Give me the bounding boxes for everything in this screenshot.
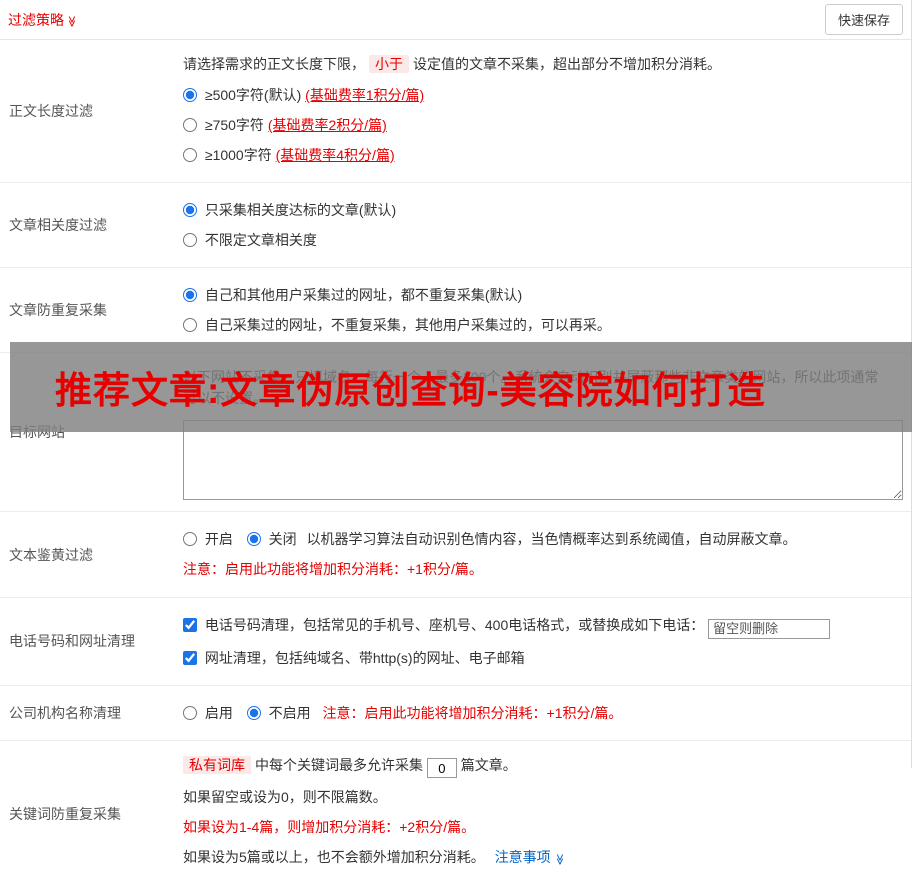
length-filter-intro: 请选择需求的正文长度下限，小于设定值的文章不采集，超出部分不增加积分消耗。 xyxy=(183,54,903,75)
promo-banner-text: 推荐文章:文章伪原创查询-美容院如何打造 xyxy=(10,360,766,414)
dedup-filter-label: 文章防重复采集 xyxy=(0,268,175,352)
porn-filter-label: 文本鉴黄过滤 xyxy=(0,512,175,597)
length-option-500[interactable]: ≥500字符(默认) (基础费率1积分/篇) xyxy=(183,84,903,106)
notes-link[interactable]: 注意事项≫ xyxy=(495,849,565,865)
porn-radio-on[interactable] xyxy=(183,532,197,546)
option-text: 只采集相关度达标的文章(默认) xyxy=(205,202,396,218)
option-text: 开启 xyxy=(205,531,233,547)
row-dedup-filter: 文章防重复采集 自己和其他用户采集过的网址，都不重复采集(默认) 自己采集过的网… xyxy=(0,268,911,353)
option-text: 不限定文章相关度 xyxy=(205,232,317,248)
relevance-option-strict[interactable]: 只采集相关度达标的文章(默认) xyxy=(183,199,903,221)
company-option-off[interactable]: 不启用 xyxy=(247,705,315,721)
dedup-radio-self[interactable] xyxy=(183,318,197,332)
company-radio-off[interactable] xyxy=(247,706,261,720)
page-title-text: 过滤策略 xyxy=(8,12,64,28)
phone-clean-checkbox[interactable] xyxy=(183,618,197,632)
line1-end: 篇文章。 xyxy=(461,757,517,773)
intro-pre: 请选择需求的正文长度下限， xyxy=(183,56,365,72)
chevron-down-icon: ≫ xyxy=(65,15,78,27)
promo-banner: 推荐文章:文章伪原创查询-美容院如何打造 xyxy=(10,342,912,432)
relevance-option-any[interactable]: 不限定文章相关度 xyxy=(183,229,903,251)
page-title: 过滤策略≫ xyxy=(8,10,78,30)
option-text: 不启用 xyxy=(269,705,311,721)
option-fee: (基础费率1积分/篇) xyxy=(305,87,424,103)
relevance-radio-any[interactable] xyxy=(183,233,197,247)
private-thesaurus-tag: 私有词库 xyxy=(183,756,251,774)
option-text: 关闭 xyxy=(269,531,297,547)
option-text: ≥1000字符 xyxy=(205,147,272,163)
notes-link-text: 注意事项 xyxy=(495,849,551,865)
phone-clean-label: 电话号码和网址清理 xyxy=(0,598,175,685)
length-radio-500[interactable] xyxy=(183,88,197,102)
option-text: 电话号码清理，包括常见的手机号、座机号、400电话格式，或替换成如下电话： xyxy=(205,617,704,633)
line1-mid: 中每个关键词最多允许采集 xyxy=(255,757,423,773)
dedup-option-self[interactable]: 自己采集过的网址，不重复采集，其他用户采集过的，可以再采。 xyxy=(183,314,903,336)
porn-filter-options: 开启 关闭 以机器学习算法自动识别色情内容，当色情概率达到系统阈值，自动屏蔽文章… xyxy=(183,528,903,550)
relevance-filter-label: 文章相关度过滤 xyxy=(0,183,175,267)
chevron-down-icon: ≫ xyxy=(548,854,569,866)
intro-post: 设定值的文章不采集，超出部分不增加积分消耗。 xyxy=(413,56,721,72)
porn-note: 注意：启用此功能将增加积分消耗：+1积分/篇。 xyxy=(183,559,903,580)
option-text: 自己和其他用户采集过的网址，都不重复采集(默认) xyxy=(205,287,522,303)
row-company-clean: 公司机构名称清理 启用 不启用 注意：启用此功能将增加积分消耗：+1积分/篇。 xyxy=(0,686,911,741)
relevance-radio-strict[interactable] xyxy=(183,203,197,217)
option-text: 网址清理，包括纯域名、带http(s)的网址、电子邮箱 xyxy=(205,650,525,666)
row-porn-filter: 文本鉴黄过滤 开启 关闭 以机器学习算法自动识别色情内容，当色情概率达到系统阈值… xyxy=(0,512,911,598)
option-text: ≥750字符 xyxy=(205,117,264,133)
row-length-filter: 正文长度过滤 请选择需求的正文长度下限，小于设定值的文章不采集，超出部分不增加积… xyxy=(0,40,911,183)
topbar: 过滤策略≫ 快速保存 xyxy=(0,0,911,40)
max-articles-input[interactable] xyxy=(427,758,457,778)
option-text: ≥500字符(默认) xyxy=(205,87,301,103)
url-clean-checkbox[interactable] xyxy=(183,651,197,665)
porn-option-on[interactable]: 开启 xyxy=(183,531,237,547)
keyword-line-3: 如果设为1-4篇，则增加积分消耗：+2积分/篇。 xyxy=(183,817,903,838)
length-option-1000[interactable]: ≥1000字符 (基础费率4积分/篇) xyxy=(183,144,903,166)
replacement-phone-input[interactable] xyxy=(708,619,830,639)
company-radio-on[interactable] xyxy=(183,706,197,720)
option-text: 自己采集过的网址，不重复采集，其他用户采集过的，可以再采。 xyxy=(205,317,611,333)
keyword-dedup-label: 关键词防重复采集 xyxy=(0,741,175,887)
company-clean-options: 启用 不启用 注意：启用此功能将增加积分消耗：+1积分/篇。 xyxy=(183,702,903,724)
quick-save-button[interactable]: 快速保存 xyxy=(825,4,903,35)
dedup-option-global[interactable]: 自己和其他用户采集过的网址，都不重复采集(默认) xyxy=(183,284,903,306)
row-keyword-dedup: 关键词防重复采集 私有词库中每个关键词最多允许采集 篇文章。 如果留空或设为0，… xyxy=(0,741,911,887)
company-note: 注意：启用此功能将增加积分消耗：+1积分/篇。 xyxy=(323,705,623,721)
length-filter-label: 正文长度过滤 xyxy=(0,40,175,182)
length-radio-1000[interactable] xyxy=(183,148,197,162)
phone-clean-option: 电话号码清理，包括常见的手机号、座机号、400电话格式，或替换成如下电话： xyxy=(183,614,903,639)
length-radio-750[interactable] xyxy=(183,118,197,132)
row-relevance-filter: 文章相关度过滤 只采集相关度达标的文章(默认) 不限定文章相关度 xyxy=(0,183,911,268)
keyword-line-4: 如果设为5篇或以上，也不会额外增加积分消耗。 注意事项≫ xyxy=(183,847,903,870)
row-phone-clean: 电话号码和网址清理 电话号码清理，包括常见的手机号、座机号、400电话格式，或替… xyxy=(0,598,911,686)
option-fee: (基础费率4积分/篇) xyxy=(276,147,395,163)
porn-radio-off[interactable] xyxy=(247,532,261,546)
blacklist-textarea[interactable] xyxy=(183,420,903,500)
keyword-line-2: 如果留空或设为0，则不限篇数。 xyxy=(183,787,903,808)
company-clean-label: 公司机构名称清理 xyxy=(0,686,175,740)
porn-option-off[interactable]: 关闭 xyxy=(247,531,301,547)
phone-clean-checkbox-label[interactable]: 电话号码清理，包括常见的手机号、座机号、400电话格式，或替换成如下电话： xyxy=(183,617,708,633)
company-option-on[interactable]: 启用 xyxy=(183,705,237,721)
dedup-radio-global[interactable] xyxy=(183,288,197,302)
url-clean-option[interactable]: 网址清理，包括纯域名、带http(s)的网址、电子邮箱 xyxy=(183,647,903,669)
less-than-tag: 小于 xyxy=(369,55,409,73)
line4-text: 如果设为5篇或以上，也不会额外增加积分消耗。 xyxy=(183,849,485,865)
option-text: 启用 xyxy=(205,705,233,721)
option-fee: (基础费率2积分/篇) xyxy=(268,117,387,133)
length-option-750[interactable]: ≥750字符 (基础费率2积分/篇) xyxy=(183,114,903,136)
porn-desc: 以机器学习算法自动识别色情内容，当色情概率达到系统阈值，自动屏蔽文章。 xyxy=(307,531,797,547)
keyword-line-1: 私有词库中每个关键词最多允许采集 篇文章。 xyxy=(183,755,903,779)
